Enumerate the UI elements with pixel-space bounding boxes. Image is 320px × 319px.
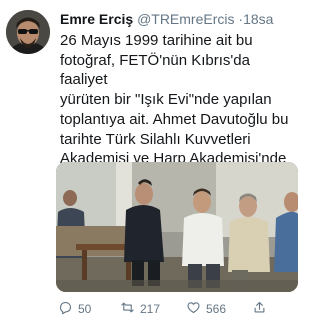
author-handle[interactable]: @TREmreErcis bbox=[137, 11, 234, 27]
retweet-count: 217 bbox=[140, 302, 161, 316]
reply-count: 50 bbox=[78, 302, 92, 316]
like-icon bbox=[186, 300, 201, 318]
tweet-photo[interactable] bbox=[56, 162, 298, 292]
like-button[interactable]: 566 bbox=[186, 300, 226, 318]
tweet-header: Emre Erciş @TREmreErcis ·18sa bbox=[60, 10, 273, 28]
share-button[interactable] bbox=[252, 300, 267, 318]
like-count: 566 bbox=[206, 302, 227, 316]
retweet-button[interactable]: 217 bbox=[120, 300, 160, 318]
tweet-actions: 50 217 566 bbox=[58, 300, 302, 316]
share-icon bbox=[252, 300, 267, 318]
timestamp[interactable]: 18sa bbox=[243, 11, 273, 27]
reply-icon bbox=[58, 300, 73, 318]
reply-button[interactable]: 50 bbox=[58, 300, 91, 318]
avatar[interactable] bbox=[6, 10, 50, 54]
retweet-icon bbox=[120, 300, 135, 318]
tweet[interactable]: Emre Erciş @TREmreErcis ·18sa 26 Mayıs 1… bbox=[0, 0, 305, 319]
author-name[interactable]: Emre Erciş bbox=[60, 11, 133, 27]
